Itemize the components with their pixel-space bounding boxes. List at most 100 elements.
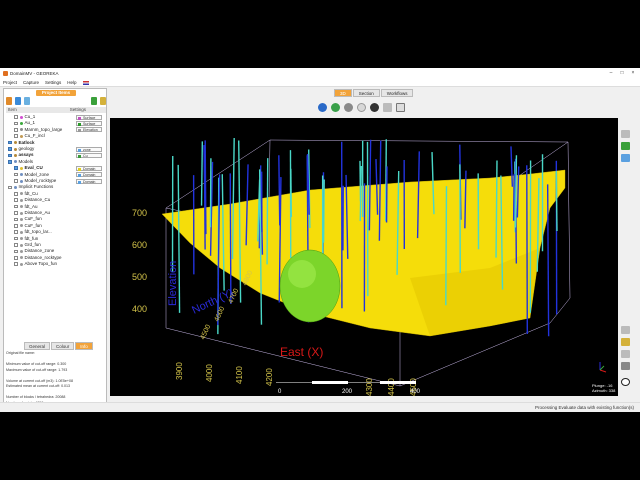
language-flag-icon[interactable] bbox=[82, 80, 89, 85]
play-icon[interactable] bbox=[621, 378, 630, 386]
measure-icon[interactable] bbox=[357, 102, 366, 112]
tree-item[interactable]: Above Topo_fun bbox=[14, 261, 57, 267]
visibility-checkbox[interactable] bbox=[14, 211, 18, 215]
menu-settings[interactable]: Settings bbox=[45, 80, 61, 85]
tree-item[interactable]: Eatlock bbox=[8, 140, 35, 146]
item-setting-select[interactable]: Domain bbox=[76, 165, 102, 171]
tree-item[interactable]: Distance_Au bbox=[14, 210, 50, 216]
visibility-checkbox[interactable] bbox=[8, 140, 12, 145]
globe-icon[interactable] bbox=[318, 102, 327, 112]
visibility-checkbox[interactable] bbox=[14, 224, 18, 228]
tab-colour[interactable]: Colour bbox=[51, 342, 75, 350]
visibility-checkbox[interactable] bbox=[14, 256, 18, 260]
visibility-checkbox[interactable] bbox=[14, 243, 18, 247]
item-setting-select[interactable]: zone bbox=[76, 146, 102, 152]
close-icon[interactable]: × bbox=[628, 70, 638, 76]
visibility-checkbox[interactable] bbox=[8, 147, 12, 151]
tree-item[interactable]: Distance_Cu bbox=[14, 197, 50, 203]
tree-item[interactable]: Model_rocktype bbox=[14, 178, 56, 184]
item-setting-select[interactable]: Domain bbox=[76, 172, 102, 178]
visibility-checkbox[interactable] bbox=[14, 249, 18, 254]
screenshot-icon[interactable] bbox=[621, 326, 630, 334]
visibility-checkbox[interactable] bbox=[14, 166, 18, 170]
tree-item[interactable]: CuF_fun bbox=[14, 223, 42, 229]
item-setting-select[interactable]: Surface bbox=[76, 120, 102, 126]
tab-general[interactable]: General bbox=[24, 342, 51, 350]
visibility-checkbox[interactable] bbox=[14, 204, 18, 209]
item-setting-select[interactable]: Surface bbox=[76, 114, 102, 120]
tree-item[interactable]: assays bbox=[8, 152, 34, 158]
visibility-checkbox[interactable] bbox=[8, 185, 12, 190]
item-setting-select[interactable]: Elevation bbox=[76, 127, 102, 133]
3d-viewport[interactable]: 700 600 500 400 Elevation North (Y) 4800 4700 46… bbox=[110, 118, 618, 396]
pencil-icon[interactable] bbox=[621, 338, 630, 346]
zoom-fit-icon[interactable] bbox=[621, 142, 630, 150]
import-icon[interactable] bbox=[15, 97, 21, 105]
view-tab-section[interactable]: Section bbox=[352, 89, 380, 97]
tree-item[interactable]: Model_zone bbox=[14, 172, 49, 178]
maximize-icon[interactable]: □ bbox=[617, 70, 627, 76]
tree-item[interactable]: Cu_1 bbox=[14, 114, 35, 120]
visibility-checkbox[interactable] bbox=[14, 115, 18, 119]
tree-item[interactable]: fdt_topo_lar... bbox=[14, 229, 52, 235]
tree-item-label: Model_rocktype bbox=[24, 178, 57, 183]
tree-item[interactable]: Distance_zone bbox=[14, 248, 54, 254]
lighting-icon[interactable] bbox=[344, 102, 353, 112]
color-swatch bbox=[78, 154, 81, 158]
tab-info[interactable]: Info bbox=[75, 342, 93, 350]
tree-item-label: Distance_zone bbox=[24, 248, 55, 254]
visibility-checkbox[interactable] bbox=[14, 121, 18, 126]
tree-item[interactable]: Eval_CU bbox=[14, 165, 43, 171]
menu-help[interactable]: Help bbox=[67, 80, 76, 85]
camera-icon[interactable] bbox=[621, 362, 630, 370]
tree-item[interactable]: Grd_fun bbox=[14, 242, 41, 248]
view-tab-workflows[interactable]: Workflows bbox=[380, 89, 414, 97]
home-view-icon[interactable] bbox=[621, 130, 630, 138]
item-setting-select[interactable]: Cu bbox=[76, 152, 102, 158]
tree-item[interactable]: fdt_Au bbox=[14, 204, 38, 210]
visibility-checkbox[interactable] bbox=[14, 128, 18, 132]
drill-hole bbox=[322, 179, 325, 243]
visibility-checkbox[interactable] bbox=[14, 179, 18, 183]
ruler-icon[interactable] bbox=[621, 350, 630, 358]
view-tab-3d[interactable]: 3D bbox=[334, 89, 352, 97]
menu-project[interactable]: Project bbox=[3, 80, 17, 85]
visibility-checkbox[interactable] bbox=[14, 236, 18, 241]
axes-icon[interactable] bbox=[396, 102, 405, 112]
visibility-checkbox[interactable] bbox=[14, 217, 18, 222]
scale-bar bbox=[276, 381, 416, 384]
visibility-checkbox[interactable] bbox=[14, 230, 18, 234]
tree-item[interactable]: CuF_fun bbox=[14, 216, 42, 222]
tree-item[interactable]: Implicit Functions bbox=[8, 184, 53, 190]
chat-icon[interactable] bbox=[621, 154, 630, 162]
model-icon[interactable] bbox=[24, 97, 30, 105]
grid-icon[interactable] bbox=[383, 102, 392, 112]
add-item-icon[interactable] bbox=[91, 97, 97, 105]
item-setting-select[interactable]: Domain bbox=[76, 178, 102, 184]
status-bar: Processing Evaluate data with existing f… bbox=[0, 402, 640, 412]
edit-item-icon[interactable] bbox=[100, 97, 106, 105]
visibility-checkbox[interactable] bbox=[14, 198, 18, 202]
visibility-checkbox[interactable] bbox=[14, 172, 18, 177]
elevation-tick: 500 bbox=[132, 272, 147, 282]
tree-item[interactable]: Au_1 bbox=[14, 120, 35, 126]
visibility-checkbox[interactable] bbox=[8, 153, 12, 158]
tree-item[interactable]: Cu_F_incl bbox=[14, 133, 45, 139]
visibility-checkbox[interactable] bbox=[14, 134, 18, 138]
tree-item[interactable]: geology bbox=[8, 146, 34, 152]
visibility-checkbox[interactable] bbox=[8, 160, 12, 164]
tree-item[interactable]: fdt_Cu bbox=[14, 191, 38, 197]
item-type-icon bbox=[19, 262, 23, 266]
menu-capture[interactable]: Capture bbox=[23, 80, 39, 85]
minimize-icon[interactable]: – bbox=[606, 70, 616, 76]
tree-item[interactable]: fdt_fun bbox=[14, 236, 38, 242]
layers-icon[interactable] bbox=[331, 102, 340, 112]
app-logo-icon bbox=[3, 71, 8, 76]
visibility-checkbox[interactable] bbox=[14, 192, 18, 196]
open-folder-icon[interactable] bbox=[6, 97, 12, 105]
visibility-checkbox[interactable] bbox=[14, 262, 18, 266]
tree-item[interactable]: Models bbox=[8, 159, 33, 165]
tree-item[interactable]: Distance_rocktype bbox=[14, 255, 62, 261]
tree-item[interactable]: Marnm_topo_large bbox=[14, 127, 62, 133]
eye-icon[interactable] bbox=[370, 102, 379, 112]
